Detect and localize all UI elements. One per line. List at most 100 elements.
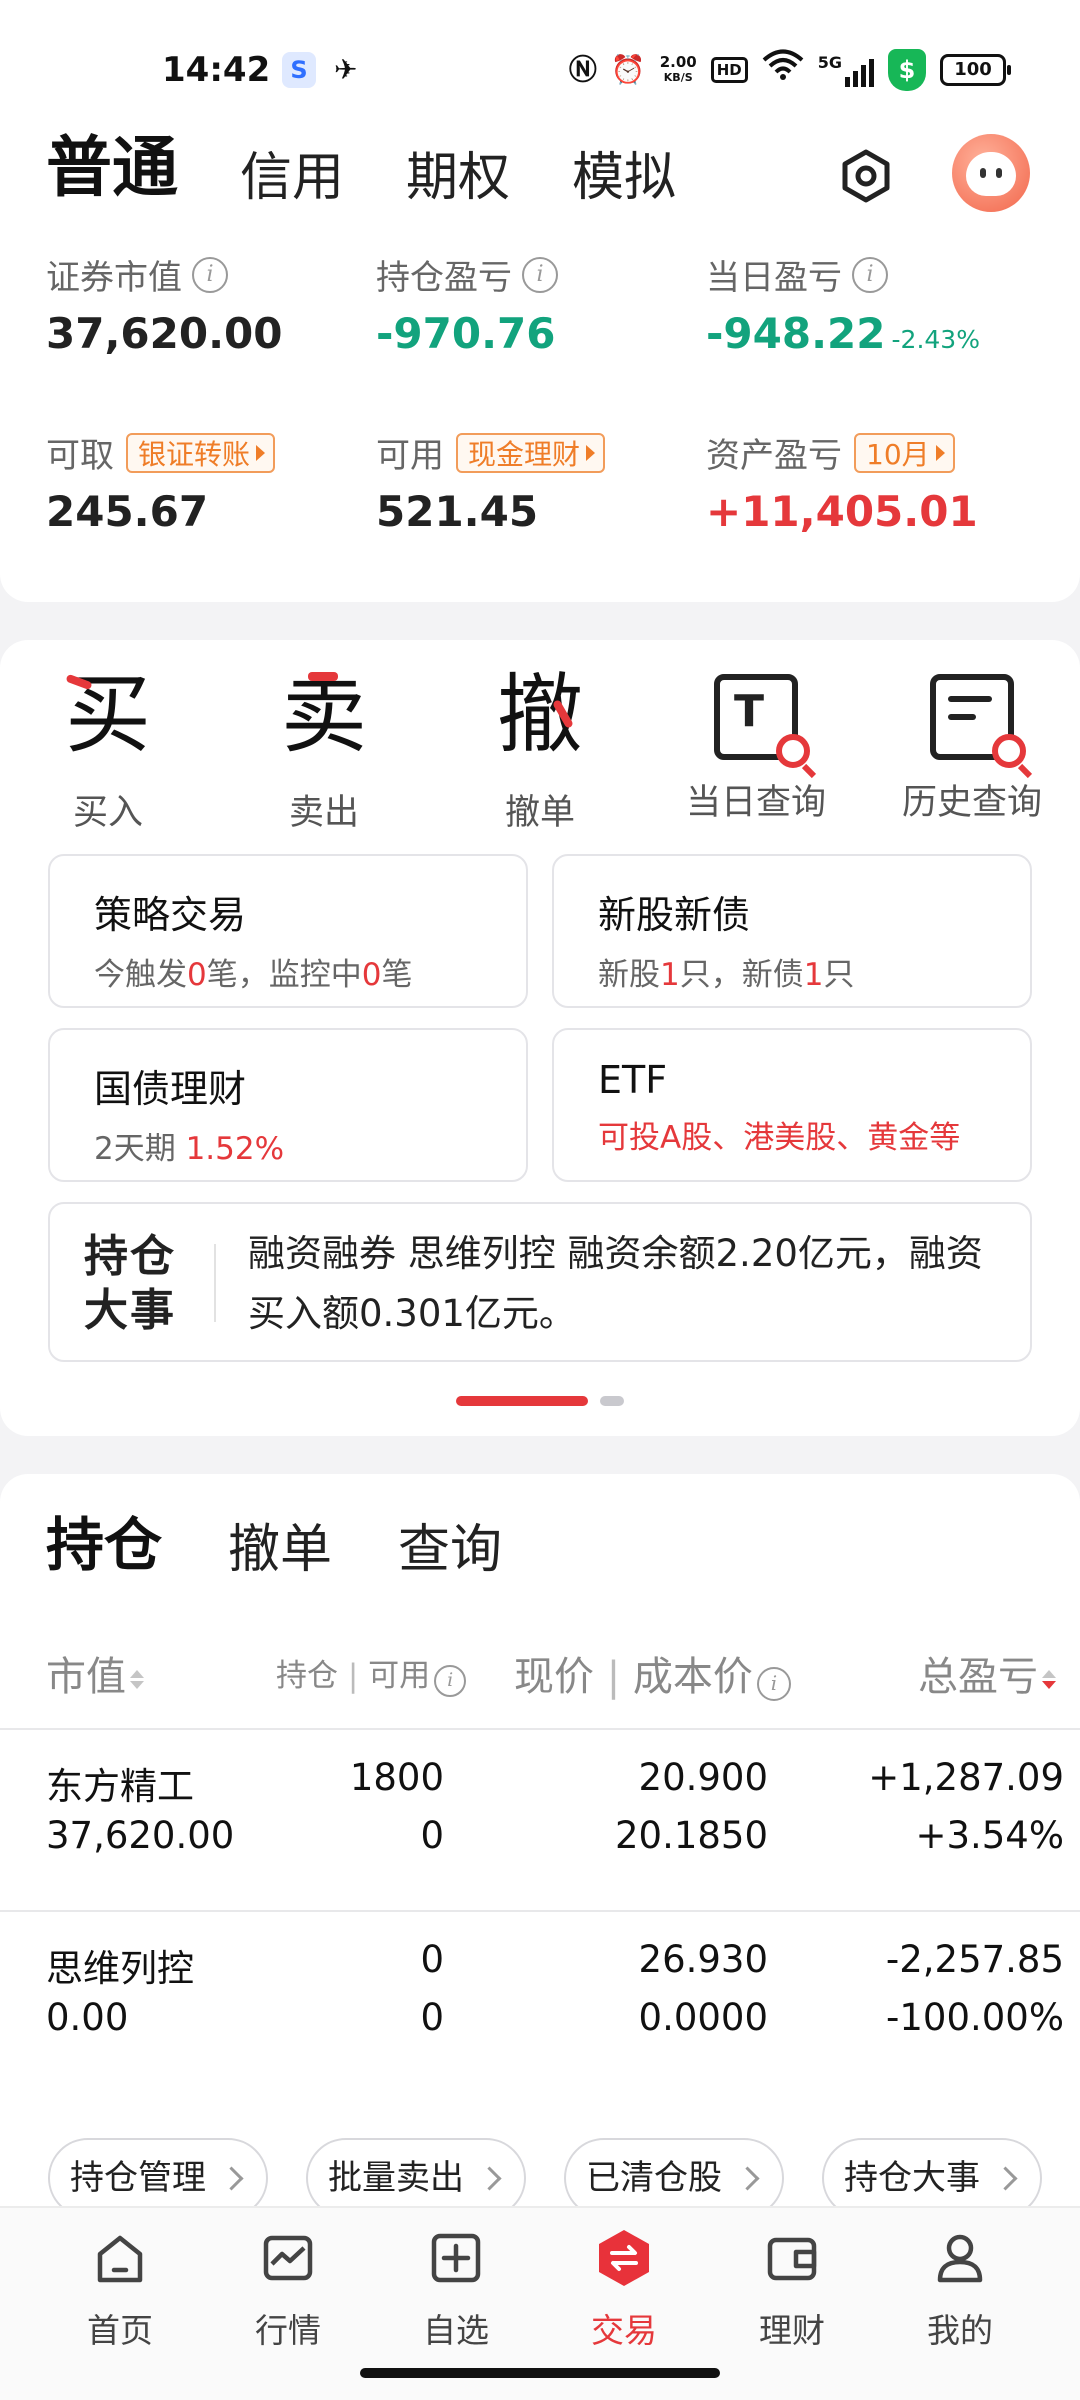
nfc-icon: Ⓝ	[568, 53, 597, 86]
app-notification-icon: S	[282, 52, 316, 88]
trade-actions-card: 买 买入 卖 卖出 撤 撤单 T 当日查询 历史查询 策略交易 今触发0笔，监控…	[0, 640, 1080, 1436]
bank-transfer-button[interactable]: 银证转账	[126, 432, 276, 473]
buy-label: 买入	[72, 793, 143, 833]
position-available-header: 持仓 | 可用 i	[276, 1650, 467, 1697]
available-metric: 可用 现金理财 521.45	[376, 428, 606, 536]
wifi-icon	[762, 49, 804, 92]
hd-icon: HD	[710, 57, 748, 83]
divider	[214, 1244, 216, 1322]
info-icon[interactable]: i	[522, 256, 558, 293]
strategy-trading-tile[interactable]: 策略交易 今触发0笔，监控中0笔	[48, 854, 528, 1008]
info-icon[interactable]: i	[434, 1665, 467, 1697]
carousel-dot	[600, 1396, 624, 1406]
plane-notification-icon: ✈	[334, 53, 358, 86]
buy-button[interactable]: 买 买入	[28, 660, 188, 835]
tile-subtitle: 新股1只，新债1只	[598, 957, 855, 993]
daily-pnl-label: 当日盈亏	[706, 258, 842, 298]
alarm-icon: ⏰	[610, 53, 646, 86]
history-query-label: 历史查询	[901, 783, 1042, 823]
treasury-bond-tile[interactable]: 国债理财 2天期 1.52%	[48, 1028, 528, 1182]
tile-subtitle: 可投A股、港美股、黄金等	[598, 1120, 961, 1156]
holding-row[interactable]: 东方精工 37,620.00 1800 0 20.900 20.1850 +1,…	[0, 1730, 1080, 1910]
status-time: 14:42	[162, 50, 271, 90]
tile-title: 国债理财	[94, 1067, 247, 1111]
stock-name: 思维列控	[46, 1947, 194, 1990]
arrow-right-icon	[586, 444, 596, 461]
tab-holdings[interactable]: 持仓	[46, 1498, 162, 1582]
stock-name: 东方精工	[46, 1765, 194, 1808]
nav-trade[interactable]: 交易	[559, 2228, 689, 2352]
market-value-amount: 37,620.00	[46, 309, 283, 358]
cancel-order-label: 撤单	[504, 793, 575, 833]
carousel-dot-active	[456, 1396, 588, 1406]
buy-icon: 买	[65, 665, 151, 765]
market-value-label: 证券市值	[46, 258, 182, 298]
price-cost-header: 现价 | 成本价 i	[514, 1644, 791, 1702]
nav-profile[interactable]: 我的	[895, 2228, 1025, 2352]
tile-title: 新股新债	[598, 893, 751, 937]
nav-watchlist[interactable]: 自选	[391, 2228, 521, 2352]
sell-label: 卖出	[288, 793, 359, 833]
tab-cancel-orders[interactable]: 撤单	[228, 1507, 332, 1582]
add-square-icon	[426, 2228, 486, 2288]
holding-news-banner[interactable]: 持仓 大事 融资融券 思维列控 融资余额2.20亿元，融资买入额0.301亿元。	[48, 1202, 1032, 1362]
carousel-indicator	[456, 1396, 624, 1406]
sell-button[interactable]: 卖 卖出	[244, 660, 404, 835]
stock-pnl: +1,287.09	[868, 1756, 1064, 1799]
nav-wealth[interactable]: 理财	[727, 2228, 857, 2352]
available-label: 可用	[376, 436, 444, 476]
today-query-label: 当日查询	[685, 783, 826, 823]
asset-pnl-amount: +11,405.01	[706, 487, 978, 536]
profile-icon	[930, 2228, 990, 2288]
holding-news-badge: 持仓 大事	[84, 1231, 176, 1336]
holdings-table-header: 市值 持仓 | 可用 i 现价 | 成本价 i 总盈亏	[0, 1644, 1080, 1704]
nav-home[interactable]: 首页	[55, 2228, 185, 2352]
trade-exchange-icon	[594, 2228, 654, 2288]
info-icon[interactable]: i	[756, 1667, 791, 1701]
info-icon[interactable]: i	[852, 256, 888, 293]
stock-cost: 0.0000	[638, 1996, 768, 2039]
tab-options[interactable]: 期权	[406, 135, 510, 210]
ipo-tile[interactable]: 新股新债 新股1只，新债1只	[552, 854, 1032, 1008]
stock-pnl-percent: -100.00%	[886, 1996, 1064, 2039]
tile-subtitle: 今触发0笔，监控中0笔	[94, 957, 413, 993]
arrow-right-icon	[935, 444, 945, 461]
security-shield-icon: $	[888, 49, 926, 91]
cancel-order-button[interactable]: 撤 撤单	[460, 660, 620, 835]
stock-cost: 20.1850	[614, 1814, 768, 1857]
nav-market[interactable]: 行情	[223, 2228, 353, 2352]
cash-management-button[interactable]: 现金理财	[456, 432, 606, 473]
asset-pnl-label: 资产盈亏	[706, 436, 842, 476]
document-search-icon: T	[714, 674, 810, 768]
stock-available: 0	[420, 1814, 444, 1857]
settings-gear-icon[interactable]	[836, 146, 896, 206]
assistant-avatar[interactable]	[952, 134, 1030, 212]
stock-pnl-percent: +3.54%	[915, 1814, 1064, 1857]
stock-position: 1800	[349, 1756, 444, 1799]
month-selector-button[interactable]: 10月	[854, 432, 955, 473]
sort-total-pnl[interactable]: 总盈亏	[918, 1644, 1056, 1702]
arrow-right-icon	[256, 444, 266, 461]
info-icon[interactable]: i	[192, 256, 228, 293]
history-query-button[interactable]: 历史查询	[892, 660, 1052, 825]
stock-price: 26.930	[638, 1938, 768, 1981]
tab-simulation[interactable]: 模拟	[572, 135, 676, 210]
holding-row[interactable]: 思维列控 0.00 0 0 26.930 0.0000 -2,257.85 -1…	[0, 1912, 1080, 2092]
tab-normal[interactable]: 普通	[46, 114, 178, 210]
today-query-button[interactable]: T 当日查询	[676, 660, 836, 825]
holding-news-text: 融资融券 思维列控 融资余额2.20亿元，融资买入额0.301亿元。	[248, 1232, 983, 1335]
account-type-tabs: 普通 信用 期权 模拟	[46, 120, 738, 210]
position-pnl-label: 持仓盈亏	[376, 258, 512, 298]
etf-tile[interactable]: ETF 可投A股、港美股、黄金等	[552, 1028, 1032, 1182]
account-summary-card: 普通 信用 期权 模拟 证券市值 i 37,620.00 持仓盈亏 i -970.7…	[0, 110, 1080, 602]
tab-credit[interactable]: 信用	[240, 135, 344, 210]
stock-available: 0	[420, 1996, 444, 2039]
tile-title: ETF	[598, 1058, 668, 1102]
stock-price: 20.900	[638, 1756, 768, 1799]
tab-query[interactable]: 查询	[398, 1507, 502, 1582]
asset-pnl-metric: 资产盈亏 10月 +11,405.01	[706, 428, 978, 536]
sort-market-value[interactable]: 市值	[46, 1644, 144, 1702]
home-indicator[interactable]	[360, 2368, 720, 2378]
wallet-icon	[762, 2228, 822, 2288]
stock-market-value: 37,620.00	[46, 1814, 235, 1857]
